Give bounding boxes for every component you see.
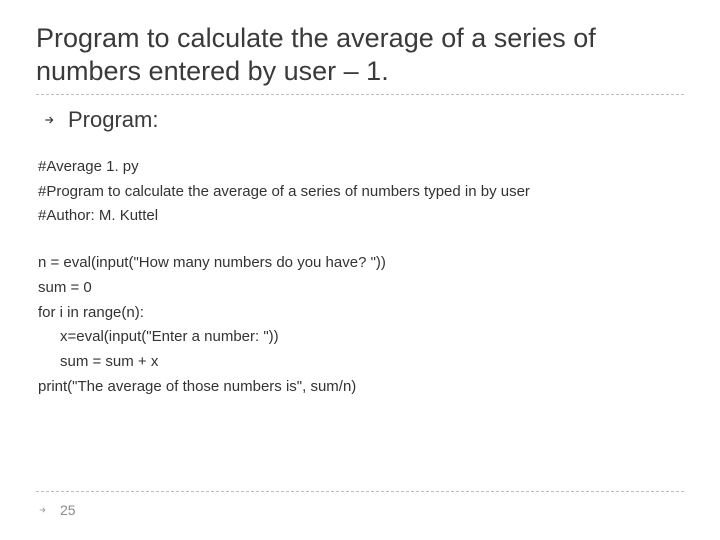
code-line: sum = sum + x	[38, 350, 684, 375]
bullet-item: Program:	[42, 107, 684, 133]
code-line: x=eval(input("Enter a number: "))	[38, 325, 684, 350]
code-line: n = eval(input("How many numbers do you …	[38, 251, 684, 276]
code-line: #Program to calculate the average of a s…	[38, 180, 684, 205]
footer-bullet-icon	[36, 505, 50, 515]
footer-row: 25	[36, 502, 684, 518]
slide: Program to calculate the average of a se…	[0, 0, 720, 540]
slide-footer: 25	[36, 491, 684, 518]
bullet-label: Program:	[68, 107, 158, 133]
code-line: #Average 1. py	[38, 155, 684, 180]
page-number: 25	[60, 502, 76, 518]
bullet-arrow-icon	[42, 113, 58, 127]
title-divider	[36, 94, 684, 95]
slide-title: Program to calculate the average of a se…	[36, 22, 684, 88]
footer-divider	[36, 491, 684, 492]
code-line: #Author: M. Kuttel	[38, 204, 684, 229]
code-line: print("The average of those numbers is",…	[38, 375, 684, 400]
code-line: for i in range(n):	[38, 301, 684, 326]
code-gap	[38, 229, 684, 251]
code-block: #Average 1. py #Program to calculate the…	[38, 155, 684, 400]
code-line: sum = 0	[38, 276, 684, 301]
